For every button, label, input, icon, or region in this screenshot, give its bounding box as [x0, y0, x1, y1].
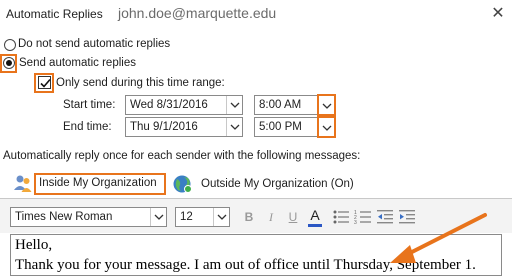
start-time-label: Start time:	[63, 99, 116, 111]
end-date-dropdown[interactable]	[226, 118, 242, 136]
font-size-dropdown[interactable]	[213, 208, 229, 226]
time-range-label: Only send during this time range:	[56, 77, 225, 89]
start-date-value: Wed 8/31/2016	[130, 99, 208, 111]
chevron-down-icon	[230, 102, 240, 108]
tab-outside-organization[interactable]: Outside My Organization (On)	[201, 178, 354, 190]
font-color-letter: A	[310, 207, 320, 223]
annotation-arrow-icon	[380, 205, 500, 275]
instructions-text: Automatically reply once for each sender…	[3, 150, 361, 162]
end-time-combo[interactable]: 5:00 PM	[254, 116, 336, 138]
start-time-dropdown[interactable]	[317, 94, 336, 116]
check-icon	[40, 78, 51, 88]
font-family-combo[interactable]: Times New Roman	[10, 207, 167, 227]
end-date-combo[interactable]: Thu 9/1/2016	[125, 117, 243, 137]
send-radio[interactable]	[3, 57, 15, 69]
italic-button[interactable]: I	[262, 208, 280, 226]
window-title: Automatic Replies	[6, 7, 103, 21]
font-size-combo[interactable]: 12	[175, 207, 230, 227]
chevron-down-icon	[322, 103, 332, 109]
end-time-value: 5:00 PM	[259, 121, 302, 133]
account-email: john.doe@marquette.edu	[118, 5, 277, 21]
send-label: Send automatic replies	[19, 57, 136, 69]
do-not-send-label: Do not send automatic replies	[18, 38, 171, 50]
font-color-swatch	[308, 224, 322, 227]
globe-icon	[172, 173, 194, 195]
font-color-button[interactable]: A	[306, 206, 324, 227]
time-range-checkbox[interactable]	[38, 76, 51, 89]
bold-button[interactable]: B	[240, 208, 258, 226]
do-not-send-radio[interactable]	[4, 39, 16, 51]
font-family-dropdown[interactable]	[150, 208, 166, 226]
chevron-down-icon	[230, 124, 240, 130]
start-time-value: 8:00 AM	[259, 99, 302, 111]
start-date-combo[interactable]: Wed 8/31/2016	[125, 95, 243, 115]
chevron-down-icon	[322, 125, 332, 131]
chevron-down-icon	[217, 214, 227, 220]
tab-inside-organization[interactable]: Inside My Organization	[34, 173, 166, 195]
start-time-combo[interactable]: 8:00 AM	[254, 94, 336, 116]
end-time-dropdown[interactable]	[317, 116, 336, 138]
underline-button[interactable]: U	[284, 208, 302, 226]
svg-text:3: 3	[354, 220, 357, 226]
message-line-1: Hello,	[15, 237, 53, 253]
chevron-down-icon	[154, 214, 164, 220]
bullets-icon[interactable]	[332, 208, 350, 229]
people-icon	[12, 172, 34, 194]
end-time-label: End time:	[63, 121, 112, 133]
font-size-value: 12	[180, 211, 193, 223]
end-date-value: Thu 9/1/2016	[130, 121, 198, 133]
start-date-dropdown[interactable]	[226, 96, 242, 114]
tab-inside-label: Inside My Organization	[39, 177, 157, 189]
close-icon[interactable]: ✕	[488, 4, 508, 24]
numbering-icon[interactable]: 123	[354, 208, 372, 229]
font-family-value: Times New Roman	[15, 211, 113, 223]
